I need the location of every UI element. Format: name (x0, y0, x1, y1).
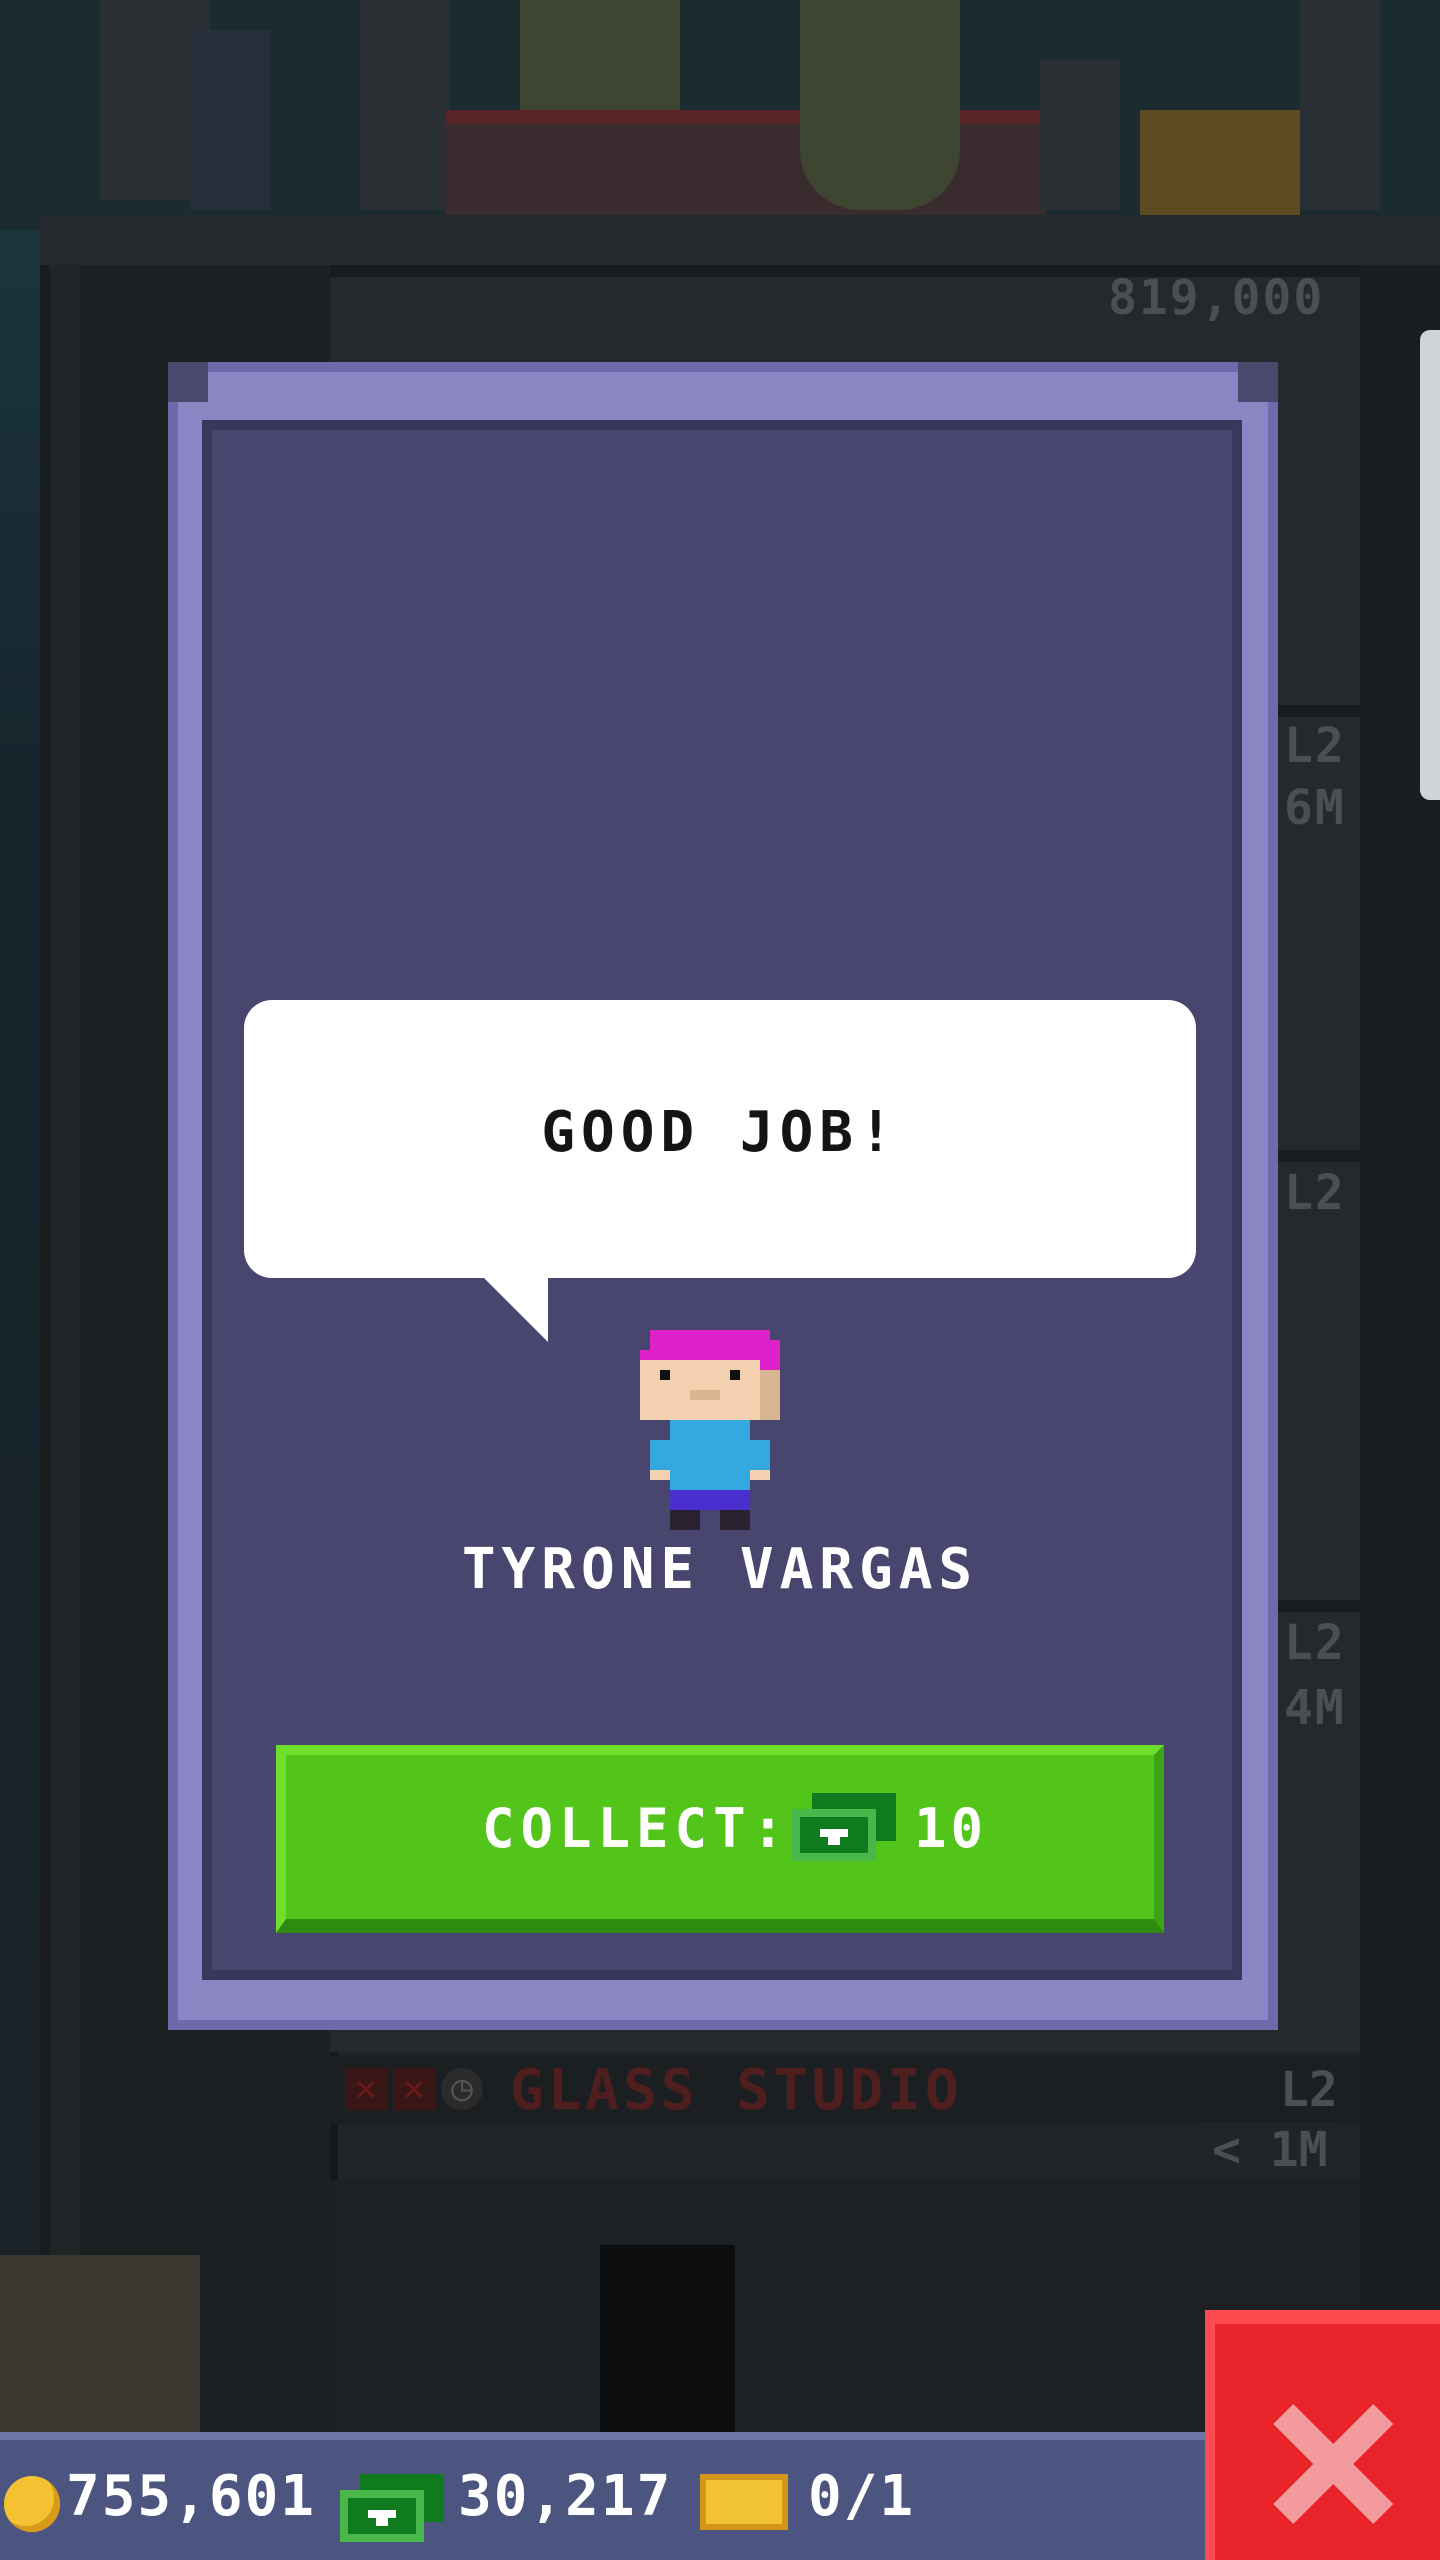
character-name: TYRONE VARGAS (461, 1537, 979, 1602)
clock-icon: ◷ (441, 2068, 483, 2110)
side-crate (0, 2255, 200, 2445)
collect-button[interactable]: COLLECT: 10 (276, 1745, 1164, 1933)
coin-count: 755,601 (66, 2464, 317, 2529)
floor-time-label: 6M (1284, 780, 1346, 836)
bux-icon (792, 1793, 896, 1861)
close-button[interactable] (1205, 2310, 1440, 2560)
floor-level-label: L2 (1284, 1615, 1346, 1671)
collect-label: COLLECT: (482, 1797, 791, 1860)
floor-time-label: 4M (1284, 1680, 1346, 1736)
floor-level-label: L2 (1284, 1165, 1346, 1221)
bux-count: 30,217 (458, 2464, 673, 2529)
collect-amount: 10 (914, 1797, 988, 1860)
empty-slot-icon: ✕ (345, 2068, 387, 2110)
bitizen-avatar (640, 1330, 780, 1530)
roof-ledge (40, 215, 1440, 265)
floor-status-icons: ✕ ✕ ◷ (345, 2068, 483, 2110)
golden-ticket-icon (700, 2474, 788, 2530)
floor-time: < 1M (1200, 2122, 1340, 2178)
empty-slot-icon: ✕ (393, 2068, 435, 2110)
scrollbar[interactable] (1420, 330, 1440, 800)
speech-bubble-tail (484, 1278, 548, 1342)
floor-name: GLASS STUDIO (510, 2058, 963, 2123)
floor-cost-label: 819,000 (1108, 270, 1325, 326)
close-icon (1273, 2404, 1393, 2524)
floor-level-label: L2 (1284, 718, 1346, 774)
game-screen: { "background": { "floor_labels": ["819,… (0, 0, 1440, 2560)
coin-icon (4, 2476, 60, 2532)
floor-level: L2 (1280, 2062, 1338, 2118)
ticket-count: 0/1 (808, 2464, 916, 2529)
speech-text: GOOD JOB! (541, 1100, 899, 1165)
tower-roof (0, 0, 1440, 230)
bux-icon (340, 2474, 444, 2542)
room-doorway (600, 2245, 735, 2445)
